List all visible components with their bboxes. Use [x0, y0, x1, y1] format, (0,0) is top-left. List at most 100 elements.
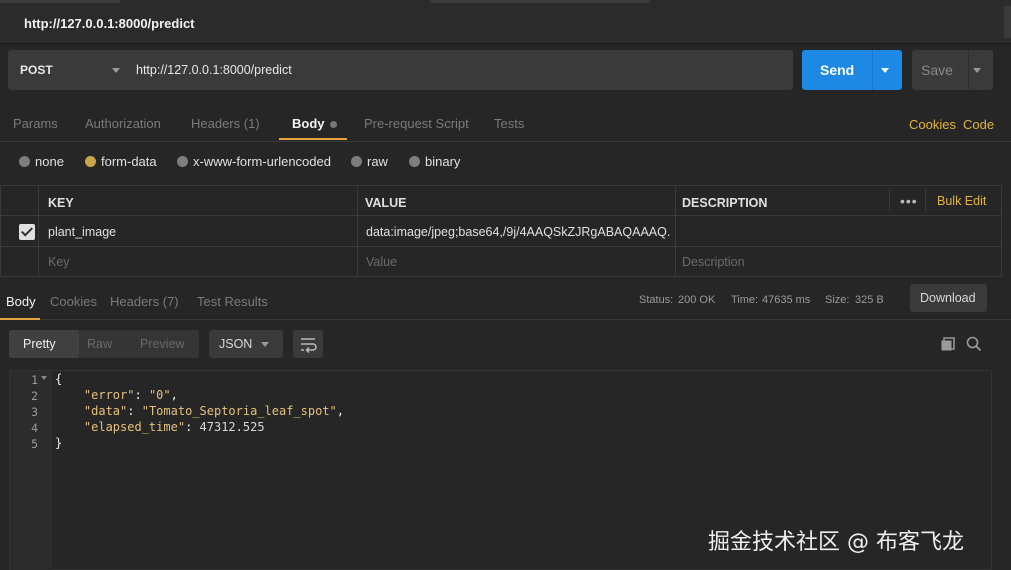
save-label: Save	[921, 62, 953, 78]
json-sep: :	[134, 388, 149, 402]
view-raw-button[interactable]: Raw	[87, 337, 112, 351]
code-line: {	[55, 372, 62, 386]
json-string: "0"	[148, 388, 171, 402]
download-label: Download	[920, 291, 976, 305]
tab-scroll-box	[1004, 6, 1011, 38]
chevron-down-icon	[261, 342, 269, 347]
json-key: "data"	[83, 404, 128, 418]
download-button[interactable]: Download	[910, 284, 987, 312]
cookies-link[interactable]: Cookies	[909, 117, 956, 132]
modified-dot-icon	[329, 121, 337, 129]
json-comma: ,	[336, 404, 345, 418]
fold-arrow-icon[interactable]	[41, 376, 47, 380]
more-options-icon[interactable]: •••	[900, 193, 918, 209]
tab-pre-request-script[interactable]: Pre-request Script	[364, 116, 469, 131]
copy-icon[interactable]	[940, 336, 956, 352]
wrap-lines-button[interactable]	[293, 330, 323, 358]
tab-indicator	[0, 0, 120, 3]
method-select[interactable]: POST	[8, 50, 122, 90]
radio-circle-icon	[177, 156, 188, 167]
response-tab-headers[interactable]: Headers (7)	[110, 294, 179, 309]
chevron-down-icon[interactable]	[881, 68, 889, 73]
radio-circle-icon	[409, 156, 420, 167]
tab-tests[interactable]: Tests	[494, 116, 524, 131]
format-label: JSON	[219, 337, 253, 351]
method-label: POST	[20, 63, 53, 77]
search-icon[interactable]	[966, 336, 982, 352]
code-link[interactable]: Code	[963, 117, 994, 132]
tab-authorization[interactable]: Authorization	[85, 116, 161, 131]
line-number-gutter: 1 2 3 4 5	[10, 371, 52, 570]
code-line: }	[55, 436, 62, 450]
view-preview-button[interactable]: Preview	[140, 337, 184, 351]
table-cell-description[interactable]	[676, 216, 1001, 247]
line-number: 4	[31, 421, 38, 435]
watermark: 掘金技术社区 @ 布客飞龙	[708, 530, 964, 555]
table-header-cell	[1, 186, 39, 216]
new-key-input[interactable]: Key	[39, 247, 358, 276]
json-string: "Tomato_Septoria_leaf_spot"	[141, 404, 337, 418]
radio-label: x-www-form-urlencoded	[193, 154, 331, 169]
json-number: 47312.525	[199, 420, 265, 434]
status-label: Status:	[639, 294, 674, 306]
response-tab-body[interactable]: Body	[6, 294, 36, 309]
column-header-description: DESCRIPTION	[682, 196, 768, 210]
response-tab-test-results[interactable]: Test Results	[197, 294, 268, 309]
divider	[889, 189, 890, 211]
row-value: data:image/jpeg;base64,/9j/4AAQSkZJRgABA…	[366, 225, 671, 239]
new-value-input[interactable]: Value	[358, 247, 676, 276]
table-cell-value[interactable]: data:image/jpeg;base64,/9j/4AAQSkZJRgABA…	[358, 216, 676, 247]
tab-params[interactable]: Params	[13, 116, 58, 131]
tab-headers[interactable]: Headers (1)	[191, 116, 260, 131]
key-placeholder: Key	[48, 255, 70, 269]
view-pretty-button[interactable]: Pretty	[23, 337, 56, 351]
row-key: plant_image	[48, 225, 117, 239]
line-number: 1	[31, 373, 38, 387]
divider	[872, 50, 873, 90]
table-row-checkbox-cell	[1, 247, 39, 276]
time-value: 47635 ms	[762, 294, 811, 306]
radio-label: form-data	[101, 154, 157, 169]
format-select[interactable]: JSON	[209, 330, 283, 358]
json-key: "error"	[83, 388, 135, 402]
save-button[interactable]: Save	[912, 50, 993, 90]
table-cell-key[interactable]: plant_image	[39, 216, 358, 247]
column-header-key: KEY	[48, 196, 74, 210]
bulk-edit-link[interactable]: Bulk Edit	[937, 194, 986, 208]
json-sep: :	[127, 404, 142, 418]
table-header-cell: VALUE	[358, 186, 676, 216]
chevron-down-icon	[112, 68, 120, 73]
line-number: 2	[31, 389, 38, 403]
chevron-down-icon[interactable]	[973, 68, 981, 73]
url-value: http://127.0.0.1:8000/predict	[136, 63, 292, 77]
url-input[interactable]: http://127.0.0.1:8000/predict	[122, 50, 793, 90]
column-header-value: VALUE	[365, 196, 407, 210]
json-comma: ,	[170, 388, 178, 402]
response-tab-cookies[interactable]: Cookies	[50, 294, 97, 309]
request-title[interactable]: http://127.0.0.1:8000/predict	[24, 16, 195, 31]
send-button[interactable]: Send	[802, 50, 902, 90]
tab-body-label: Body	[292, 116, 325, 131]
radio-circle-icon	[351, 156, 362, 167]
size-label: Size:	[825, 294, 850, 306]
line-number: 3	[31, 405, 38, 419]
radio-label: raw	[367, 154, 388, 169]
description-placeholder: Description	[682, 255, 745, 269]
row-enabled-checkbox[interactable]	[19, 224, 35, 240]
tab-indicator	[430, 0, 650, 3]
send-label: Send	[820, 62, 855, 78]
response-tabs: Body Cookies Headers (7) Test Results St…	[0, 282, 1011, 320]
params-table: KEY VALUE DESCRIPTION plant_image data:i…	[0, 185, 1002, 277]
code-line: "data": "Tomato_Septoria_leaf_spot",	[55, 404, 344, 418]
active-tab-underline	[279, 138, 347, 140]
value-placeholder: Value	[366, 255, 398, 269]
window-tab-bar: http://127.0.0.1:8000/predict	[0, 0, 1011, 44]
brace: {	[55, 372, 63, 386]
tab-body[interactable]: Body	[292, 116, 337, 131]
new-description-input[interactable]: Description	[676, 247, 1001, 276]
view-mode-toggle: Pretty Raw Preview	[9, 330, 199, 358]
radio-label: none	[35, 154, 64, 169]
status-value: 200 OK	[678, 294, 716, 306]
wrap-lines-icon	[301, 338, 317, 354]
line-number: 5	[31, 437, 38, 451]
